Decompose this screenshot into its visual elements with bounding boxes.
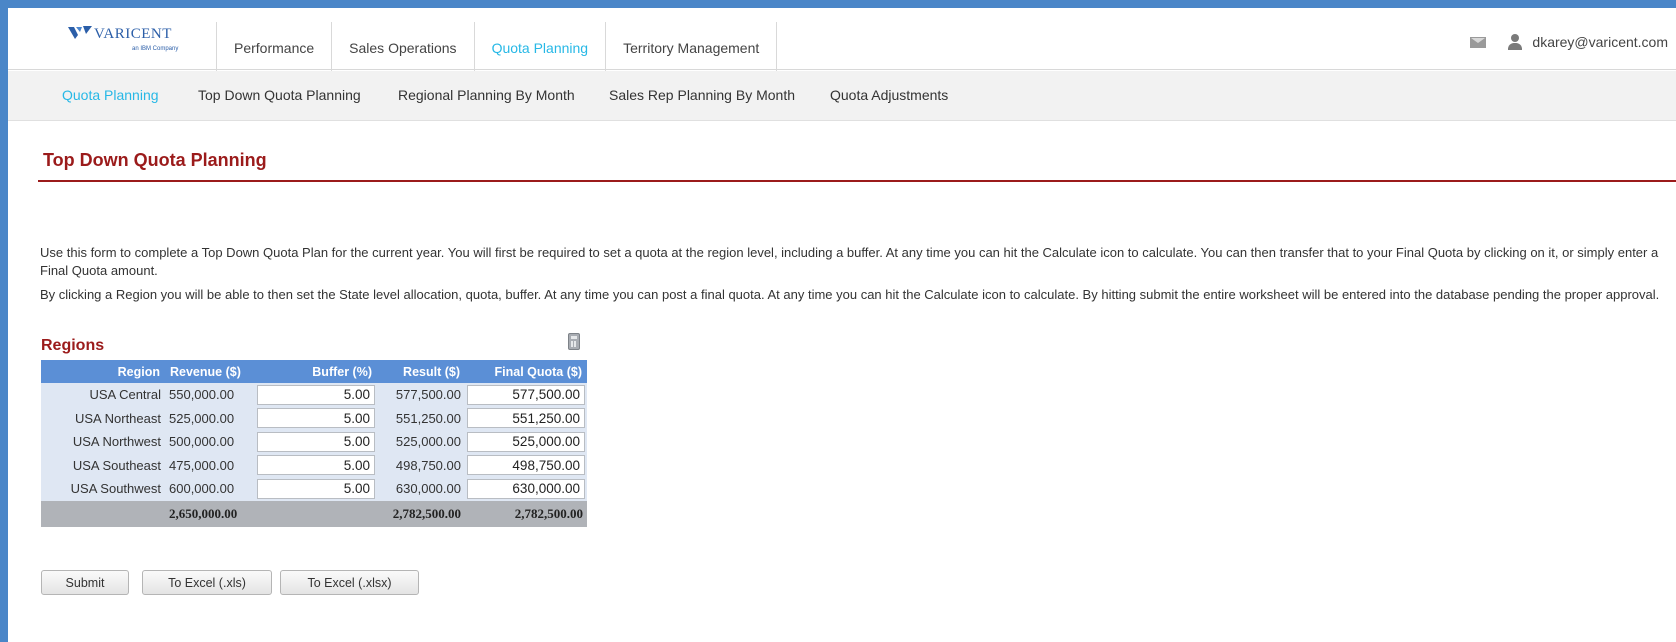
column-header-result[interactable]: Result ($) (377, 360, 465, 383)
sub-navigation-bar: Quota Planning Top Down Quota Planning R… (8, 71, 1676, 121)
varicent-logo[interactable]: VARICENT an IBM Company (66, 22, 206, 62)
final-quota-input[interactable] (467, 455, 585, 476)
subnav-sales-rep-planning-by-month[interactable]: Sales Rep Planning By Month (609, 87, 795, 103)
column-header-revenue[interactable]: Revenue ($) (165, 360, 255, 383)
table-row: USA Central 550,000.00 577,500.00 (41, 383, 587, 407)
column-header-final-quota[interactable]: Final Quota ($) (465, 360, 587, 383)
tab-performance[interactable]: Performance (216, 22, 331, 72)
subnav-regional-planning-by-month[interactable]: Regional Planning By Month (398, 87, 575, 103)
subnav-top-down-quota-planning[interactable]: Top Down Quota Planning (198, 87, 361, 103)
subnav-quota-planning[interactable]: Quota Planning (62, 87, 159, 103)
table-row: USA Southwest 600,000.00 630,000.00 (41, 477, 587, 501)
total-final-quota: 2,782,500.00 (465, 500, 587, 527)
tab-sales-operations[interactable]: Sales Operations (331, 22, 473, 72)
region-link[interactable]: USA Central (41, 383, 165, 407)
revenue-cell: 525,000.00 (165, 406, 255, 430)
regions-table: Region Revenue ($) Buffer (%) Result ($)… (41, 360, 587, 527)
result-cell[interactable]: 551,250.00 (377, 406, 465, 430)
table-row: USA Northeast 525,000.00 551,250.00 (41, 406, 587, 430)
result-cell[interactable]: 498,750.00 (377, 453, 465, 477)
submit-button[interactable]: Submit (41, 570, 129, 595)
tab-quota-planning[interactable]: Quota Planning (473, 22, 606, 72)
varicent-logo-mark-icon (68, 26, 92, 39)
region-link[interactable]: USA Southeast (41, 453, 165, 477)
calculator-icon[interactable] (568, 333, 580, 350)
subnav-quota-adjustments[interactable]: Quota Adjustments (830, 87, 948, 103)
region-link[interactable]: USA Northwest (41, 430, 165, 454)
buffer-input[interactable] (257, 431, 375, 452)
final-quota-input[interactable] (467, 478, 585, 499)
brand-tagline: an IBM Company (132, 46, 179, 52)
totals-label-cell (41, 500, 165, 527)
revenue-cell: 475,000.00 (165, 453, 255, 477)
buffer-input[interactable] (257, 408, 375, 429)
result-cell[interactable]: 630,000.00 (377, 477, 465, 501)
total-revenue: 2,650,000.00 (165, 500, 255, 527)
table-header-row: Region Revenue ($) Buffer (%) Result ($)… (41, 360, 587, 383)
top-navigation-bar: VARICENT an IBM Company Performance Sale… (8, 8, 1676, 72)
table-row: USA Northwest 500,000.00 525,000.00 (41, 430, 587, 454)
column-header-buffer[interactable]: Buffer (%) (255, 360, 377, 383)
buffer-input[interactable] (257, 455, 375, 476)
title-divider (38, 180, 1676, 182)
column-header-region[interactable]: Region (41, 360, 165, 383)
region-link[interactable]: USA Northeast (41, 406, 165, 430)
instructions-paragraph-2: By clicking a Region you will be able to… (40, 287, 1660, 302)
revenue-cell: 550,000.00 (165, 383, 255, 407)
totals-row: 2,650,000.00 2,782,500.00 2,782,500.00 (41, 500, 587, 527)
total-result: 2,782,500.00 (377, 500, 465, 527)
final-quota-input[interactable] (467, 384, 585, 405)
final-quota-input[interactable] (467, 408, 585, 429)
user-icon[interactable] (1508, 34, 1523, 50)
instructions-paragraph-1: Use this form to complete a Top Down Quo… (40, 245, 1659, 278)
revenue-cell: 600,000.00 (165, 477, 255, 501)
tab-territory-management[interactable]: Territory Management (605, 22, 778, 72)
main-tabs: Performance Sales Operations Quota Plann… (216, 22, 778, 72)
buffer-input[interactable] (257, 384, 375, 405)
user-area: dkarey@varicent.com (1470, 34, 1668, 50)
regions-heading: Regions (41, 337, 105, 354)
table-row: USA Southeast 475,000.00 498,750.00 (41, 453, 587, 477)
revenue-cell: 500,000.00 (165, 430, 255, 454)
region-link[interactable]: USA Southwest (41, 477, 165, 501)
buffer-input[interactable] (257, 478, 375, 499)
total-buffer-cell (255, 500, 377, 527)
brand-name: VARICENT (94, 26, 172, 42)
result-cell[interactable]: 525,000.00 (377, 430, 465, 454)
mail-icon[interactable] (1470, 36, 1487, 48)
final-quota-input[interactable] (467, 431, 585, 452)
export-xlsx-button[interactable]: To Excel (.xlsx) (280, 570, 419, 595)
export-xls-button[interactable]: To Excel (.xls) (142, 570, 272, 595)
user-email[interactable]: dkarey@varicent.com (1532, 34, 1668, 50)
result-cell[interactable]: 577,500.00 (377, 383, 465, 407)
page-title: Top Down Quota Planning (43, 150, 267, 170)
